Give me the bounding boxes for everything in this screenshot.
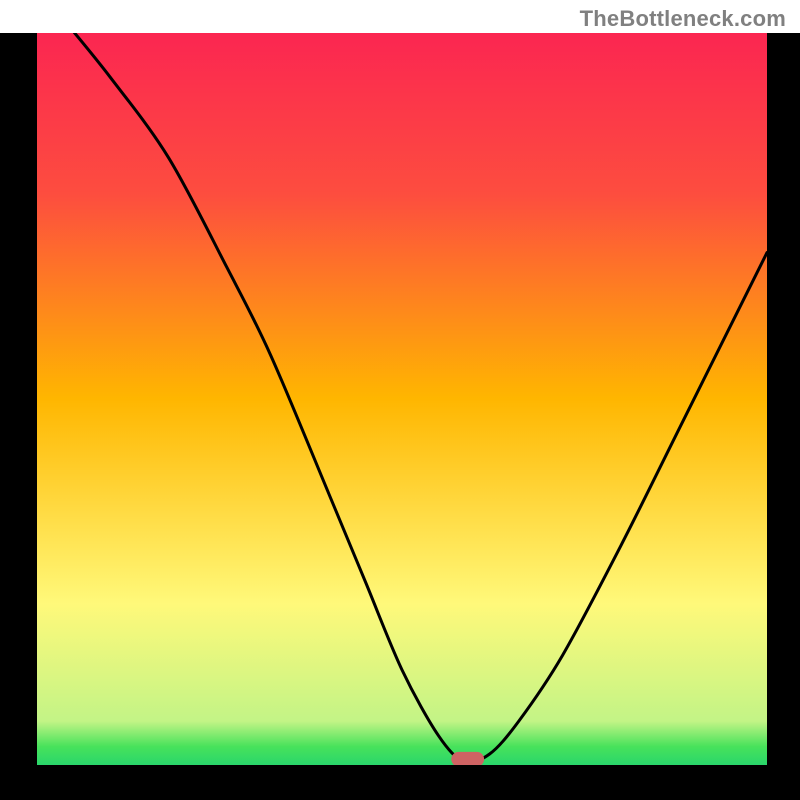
watermark-text: TheBottleneck.com [580, 6, 786, 32]
bottleneck-chart [0, 0, 800, 800]
